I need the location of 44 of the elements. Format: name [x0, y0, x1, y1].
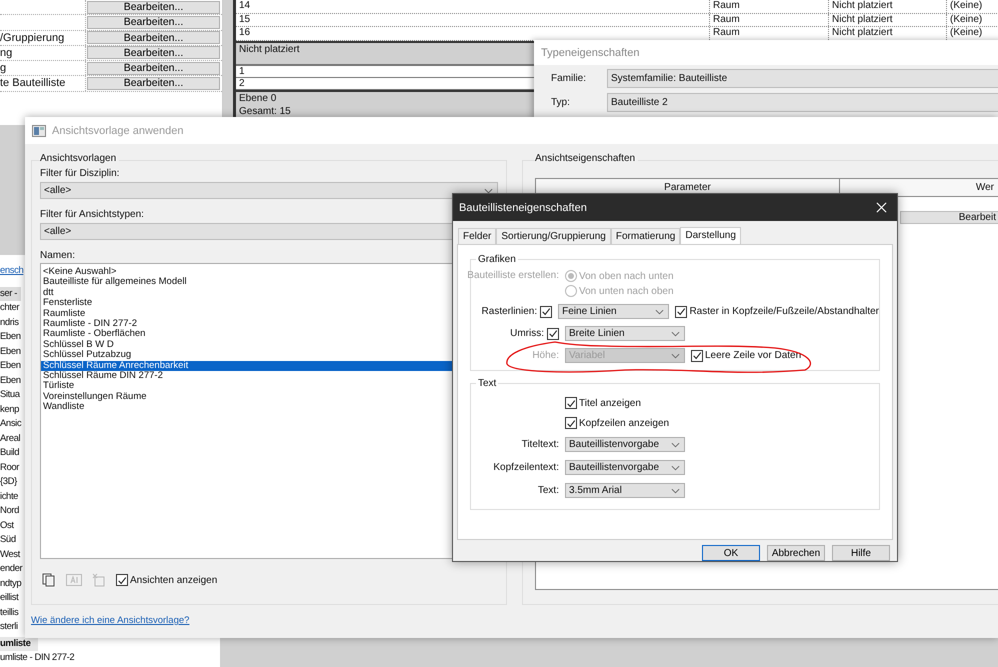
field-label: Filter für Disziplin: [40, 168, 120, 179]
checkbox-label: Raster in Kopfzeile/Fußzeile/Abstandhalter [689, 306, 879, 317]
table-cell: 2 [239, 78, 245, 88]
window-title: Typeneigenschaften [541, 46, 640, 58]
property-label: te Bauteilliste [0, 76, 86, 91]
window-title: Bauteillisteneigenschaften [459, 202, 587, 214]
field-label: Text: [536, 485, 559, 496]
checkbox-label: Ansichten anzeigen [130, 574, 218, 586]
table-cell: 1 [239, 66, 245, 76]
field-label: Kopfzeilentext: [492, 462, 559, 473]
table-cell-text: (Keine) [949, 14, 984, 26]
radio-label: Von oben nach unten [579, 270, 674, 282]
window-title: Ansichtsvorlage anwenden [52, 124, 184, 136]
field-label: Familie: [551, 73, 588, 84]
field-label: Titeltext: [520, 439, 559, 450]
radio-label: Von unten nach oben [579, 286, 674, 296]
field-label: Namen: [40, 250, 76, 261]
footer-text: Ebene 0 [239, 92, 276, 104]
table-cell: 14 [236, 0, 710, 12]
table-cell: Nicht platziert [829, 0, 947, 12]
field-label: Filter für Ansichtstypen: [40, 209, 144, 220]
group-header: Nicht platziert [238, 44, 300, 54]
group-label: Ansichtsvorlagen [40, 153, 120, 164]
table-cell-text: (Keine) [949, 27, 984, 40]
column-header: Wer [974, 181, 995, 195]
table-cell-text: (Keine) [949, 0, 984, 12]
field-label: Höhe: [531, 350, 559, 361]
group-label: Ansichtseigenschaften [535, 153, 638, 164]
table-cell: Nicht platziert [829, 14, 947, 26]
property-label: g [0, 61, 86, 76]
group-label: Text [476, 378, 498, 389]
table-cell: Raum [710, 14, 829, 26]
checkbox-label: Kopfzeilen anzeigen [579, 418, 670, 428]
footer-text: Gesamt: 15 [239, 106, 291, 116]
table-cell: Raum [710, 0, 829, 12]
group-label: Grafiken [476, 254, 518, 265]
field-label: Umriss: [510, 328, 544, 339]
property-label: ng [0, 46, 86, 60]
field-label: Rasterlinien: [482, 306, 538, 317]
field-label: Typ: [551, 97, 571, 108]
checkbox-label: Leere Zeile vor Daten [705, 350, 802, 361]
property-label: /Gruppierung [0, 30, 86, 45]
table-cell: 15 [236, 14, 710, 26]
checkbox-label: Titel anzeigen [579, 398, 641, 408]
